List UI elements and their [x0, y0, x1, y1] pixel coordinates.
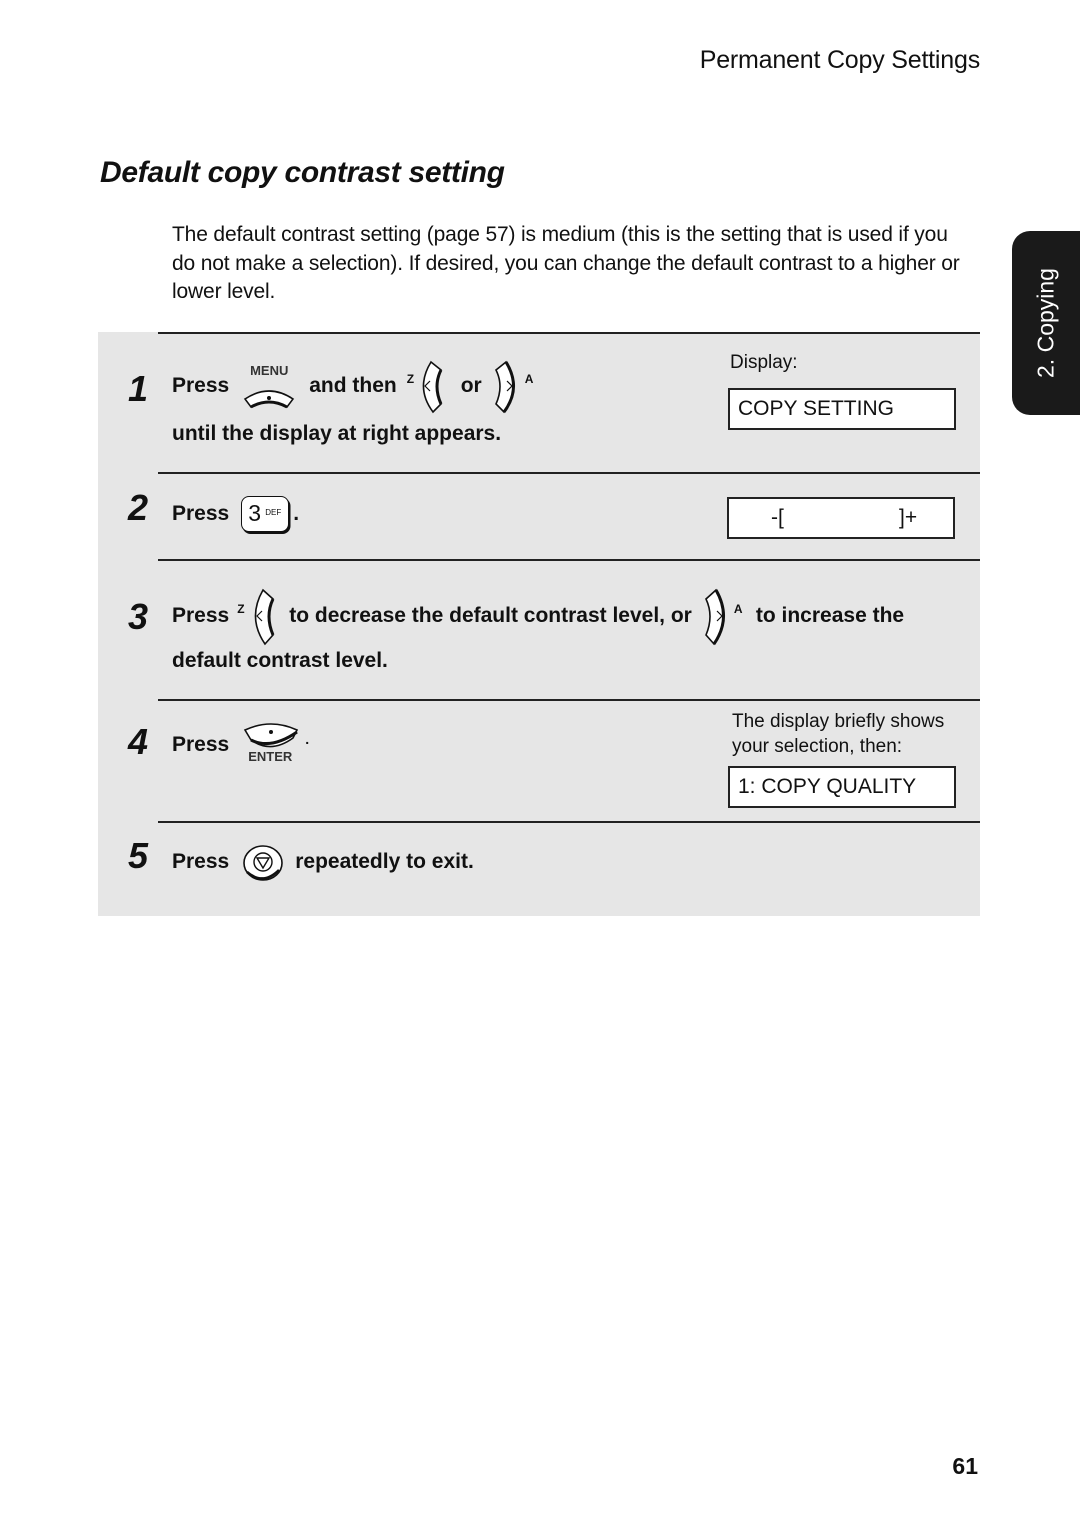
left-arrow-key-icon: Z [237, 586, 281, 646]
key-letters: DEF [265, 508, 282, 517]
step-number: 3 [128, 596, 149, 637]
display-caption: your selection, then: [732, 736, 903, 757]
divider [158, 821, 980, 823]
step-text-line2: until the display at right appears. [172, 422, 502, 445]
key-3-def-icon: 3 DEF [241, 496, 290, 532]
running-header: Permanent Copy Settings [699, 46, 980, 74]
step-text: or [460, 374, 482, 397]
step-text: to decrease the default contrast level, … [289, 604, 692, 627]
enter-key-icon: ENTER [241, 720, 303, 770]
step-3-instruction: Press Z to decrease the default contrast… [172, 586, 904, 646]
key-digit: 3 [248, 500, 262, 526]
right-arrow-key-icon: A [492, 358, 536, 414]
step-text: Press [172, 502, 230, 525]
step-number: 2 [128, 487, 149, 528]
divider [158, 332, 980, 334]
step-text: Press [172, 374, 230, 397]
divider [158, 472, 980, 474]
enter-key-label: ENTER [248, 749, 293, 764]
lcd-text: 1: COPY QUALITY [738, 775, 917, 798]
page-number: 61 [952, 1453, 978, 1479]
display-caption: The display briefly shows [732, 711, 945, 732]
step-text: repeatedly to exit. [295, 850, 474, 873]
divider [158, 559, 980, 561]
step-1-instruction: Press MENU and then Z or A [172, 358, 536, 414]
step-text: Press [172, 604, 230, 627]
step-number: 4 [128, 721, 149, 762]
section-title: Default copy contrast setting [100, 156, 505, 189]
step-text-line2: default contrast level. [172, 649, 388, 672]
lcd-display: 1: COPY QUALITY [728, 766, 956, 808]
lcd-display: -[ ]+ [727, 497, 955, 539]
step-2-instruction: Press 3 DEF . [172, 494, 299, 534]
step-text: and then [309, 374, 397, 397]
step-text: Press [172, 733, 230, 756]
right-key-letter: A [524, 372, 534, 386]
stop-key-icon [241, 842, 285, 882]
step-text: to increase the [755, 604, 905, 627]
display-caption: Display: [730, 352, 798, 373]
left-arrow-key-icon: Z [407, 358, 447, 414]
intro-paragraph: The default contrast setting (page 57) i… [172, 223, 960, 303]
step-4-instruction: Press ENTER . [172, 720, 309, 770]
steps-panel: 1 Press MENU and then Z or A until the d… [98, 332, 980, 916]
right-key-letter: A [733, 602, 743, 616]
lcd-display: COPY SETTING [728, 388, 956, 430]
step-5-instruction: Press repeatedly to exit. [172, 840, 474, 884]
step-number: 5 [128, 835, 149, 876]
right-arrow-key-icon: A [702, 586, 750, 646]
step-text: . [293, 502, 300, 525]
menu-key-icon: MENU [239, 361, 299, 411]
side-tab-label: 2. Copying [1032, 268, 1059, 378]
step-text: . [305, 731, 310, 747]
lcd-bracket-right: ]+ [899, 506, 918, 529]
lcd-text: COPY SETTING [738, 397, 894, 420]
lcd-bracket-left: -[ [771, 506, 784, 529]
step-text: Press [172, 850, 230, 873]
step-number: 1 [128, 368, 149, 409]
side-tab[interactable]: 2. Copying [1012, 231, 1080, 415]
divider [158, 699, 980, 701]
